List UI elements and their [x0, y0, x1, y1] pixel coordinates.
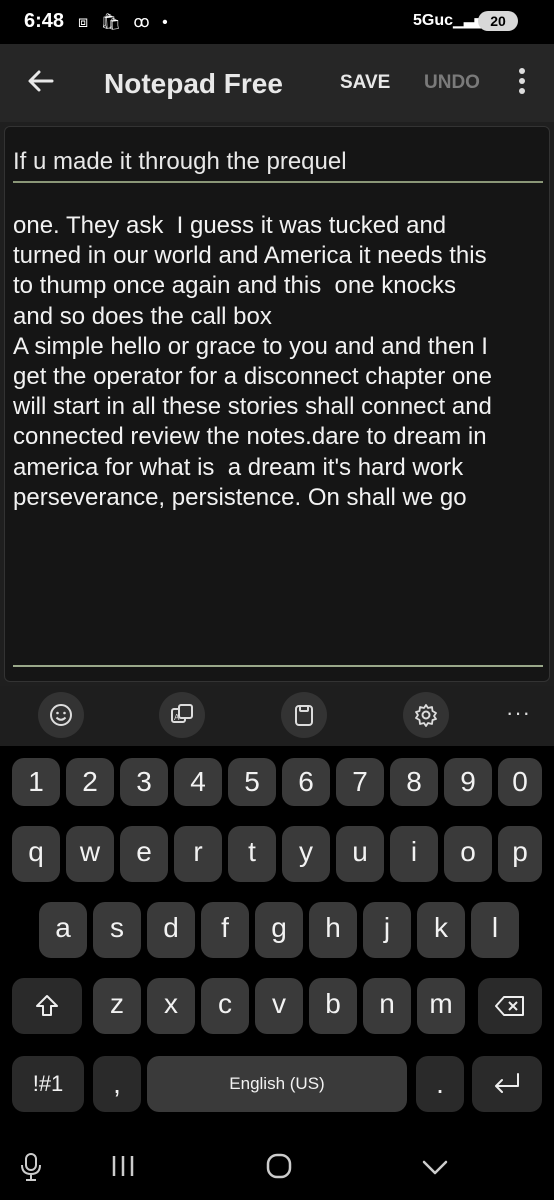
space-key[interactable]: English (US)	[147, 1056, 407, 1112]
note-title-text: If u made it through the prequel	[13, 148, 347, 175]
more-icon[interactable]: ···	[506, 700, 531, 726]
period-key[interactable]: .	[416, 1056, 464, 1112]
recent-apps-icon[interactable]	[110, 1154, 136, 1178]
microphone-icon[interactable]	[20, 1152, 42, 1182]
navigation-bar	[0, 1140, 554, 1200]
back-arrow-icon[interactable]	[26, 66, 56, 96]
key-3[interactable]: 3	[120, 758, 168, 806]
key-z[interactable]: z	[93, 978, 141, 1034]
key-g[interactable]: g	[255, 902, 303, 958]
overflow-menu-icon[interactable]	[510, 68, 534, 98]
note-body-input[interactable]: one. They ask I guess it was tucked and …	[13, 211, 547, 513]
enter-icon	[495, 1073, 519, 1093]
key-e[interactable]: e	[120, 826, 168, 882]
key-w[interactable]: w	[66, 826, 114, 882]
key-9[interactable]: 9	[444, 758, 492, 806]
key-7[interactable]: 7	[336, 758, 384, 806]
note-editor: If u made it through the prequel one. Th…	[4, 126, 550, 682]
key-l[interactable]: l	[471, 902, 519, 958]
key-v[interactable]: v	[255, 978, 303, 1034]
shift-key[interactable]	[12, 978, 82, 1034]
svg-text:A: A	[174, 713, 180, 722]
app-bar: Notepad Free SAVE UNDO	[0, 44, 554, 122]
key-x[interactable]: x	[147, 978, 195, 1034]
key-q[interactable]: q	[12, 826, 60, 882]
settings-icon[interactable]	[403, 692, 449, 738]
key-k[interactable]: k	[417, 902, 465, 958]
notification-icons: ⧈ 🛍 ꝏ •	[78, 14, 172, 31]
key-n[interactable]: n	[363, 978, 411, 1034]
key-s[interactable]: s	[93, 902, 141, 958]
key-h[interactable]: h	[309, 902, 357, 958]
clipboard-icon[interactable]	[281, 692, 327, 738]
key-i[interactable]: i	[390, 826, 438, 882]
key-a[interactable]: a	[39, 902, 87, 958]
body-underline	[13, 665, 543, 667]
keyboard: 1 2 3 4 5 6 7 8 9 0 q w e r t y u i o p …	[0, 746, 554, 1140]
undo-button[interactable]: UNDO	[424, 72, 480, 94]
battery-indicator: 20	[478, 11, 518, 31]
backspace-key[interactable]	[478, 978, 542, 1034]
key-8[interactable]: 8	[390, 758, 438, 806]
key-j[interactable]: j	[363, 902, 411, 958]
symbols-key[interactable]: !#1	[12, 1056, 84, 1112]
hide-keyboard-icon[interactable]	[421, 1158, 449, 1178]
comma-key[interactable]: ,	[93, 1056, 141, 1112]
app-title: Notepad Free	[104, 68, 283, 99]
key-2[interactable]: 2	[66, 758, 114, 806]
key-d[interactable]: d	[147, 902, 195, 958]
keyboard-toolbar: A ···	[0, 686, 554, 746]
key-c[interactable]: c	[201, 978, 249, 1034]
save-button[interactable]: SAVE	[340, 72, 390, 94]
note-title-input[interactable]: If u made it through the prequel	[13, 145, 543, 183]
network-indicator: 5Guc	[413, 12, 454, 29]
key-m[interactable]: m	[417, 978, 465, 1034]
status-time: 6:48	[24, 10, 65, 32]
status-bar: 6:48 ⧈ 🛍 ꝏ • 5Guc ▁▃▅ 20	[0, 0, 554, 44]
key-6[interactable]: 6	[282, 758, 330, 806]
key-1[interactable]: 1	[12, 758, 60, 806]
translate-icon[interactable]: A	[159, 692, 205, 738]
key-t[interactable]: t	[228, 826, 276, 882]
key-0[interactable]: 0	[498, 758, 542, 806]
key-u[interactable]: u	[336, 826, 384, 882]
shift-icon	[36, 995, 58, 1016]
enter-key[interactable]	[472, 1056, 542, 1112]
key-b[interactable]: b	[309, 978, 357, 1034]
backspace-icon	[495, 996, 524, 1016]
key-p[interactable]: p	[498, 826, 542, 882]
key-4[interactable]: 4	[174, 758, 222, 806]
key-o[interactable]: o	[444, 826, 492, 882]
home-icon[interactable]	[265, 1152, 293, 1180]
key-y[interactable]: y	[282, 826, 330, 882]
key-f[interactable]: f	[201, 902, 249, 958]
key-r[interactable]: r	[174, 826, 222, 882]
emoji-icon[interactable]	[38, 692, 84, 738]
key-5[interactable]: 5	[228, 758, 276, 806]
